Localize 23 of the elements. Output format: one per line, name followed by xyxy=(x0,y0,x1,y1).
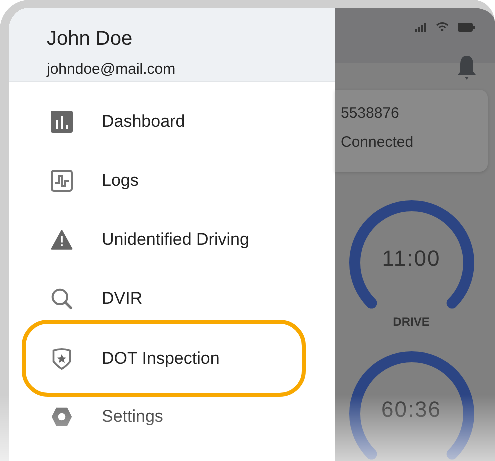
connection-status: Connected xyxy=(341,134,415,151)
menu-item[interactable]: DOT Inspection xyxy=(22,320,306,397)
menu-item[interactable]: Dashboard xyxy=(9,107,335,137)
bar-chart-icon xyxy=(51,111,73,133)
gauge-label: DRIVE xyxy=(393,315,430,329)
gauge-time: 11:00 xyxy=(381,246,442,272)
signal-icon xyxy=(415,22,427,32)
bell-icon[interactable] xyxy=(457,55,477,81)
log-graph-icon xyxy=(51,170,73,192)
device-id: 5538876 xyxy=(341,105,400,122)
battery-icon xyxy=(458,22,475,32)
menu-item[interactable]: Unidentified Driving xyxy=(9,225,335,255)
menu-item[interactable]: Settings xyxy=(9,402,335,432)
settings-icon xyxy=(51,406,73,428)
menu-item[interactable]: Logs xyxy=(9,166,335,196)
warning-icon xyxy=(51,229,73,251)
menu-item[interactable]: DVIR xyxy=(9,284,335,314)
gauge-time: 60:36 xyxy=(380,397,443,423)
user-name: John Doe xyxy=(47,28,134,51)
search-icon xyxy=(51,288,73,310)
shield-star-icon xyxy=(51,348,73,370)
wifi-icon xyxy=(436,22,449,32)
user-email: johndoe@mail.com xyxy=(47,61,177,78)
